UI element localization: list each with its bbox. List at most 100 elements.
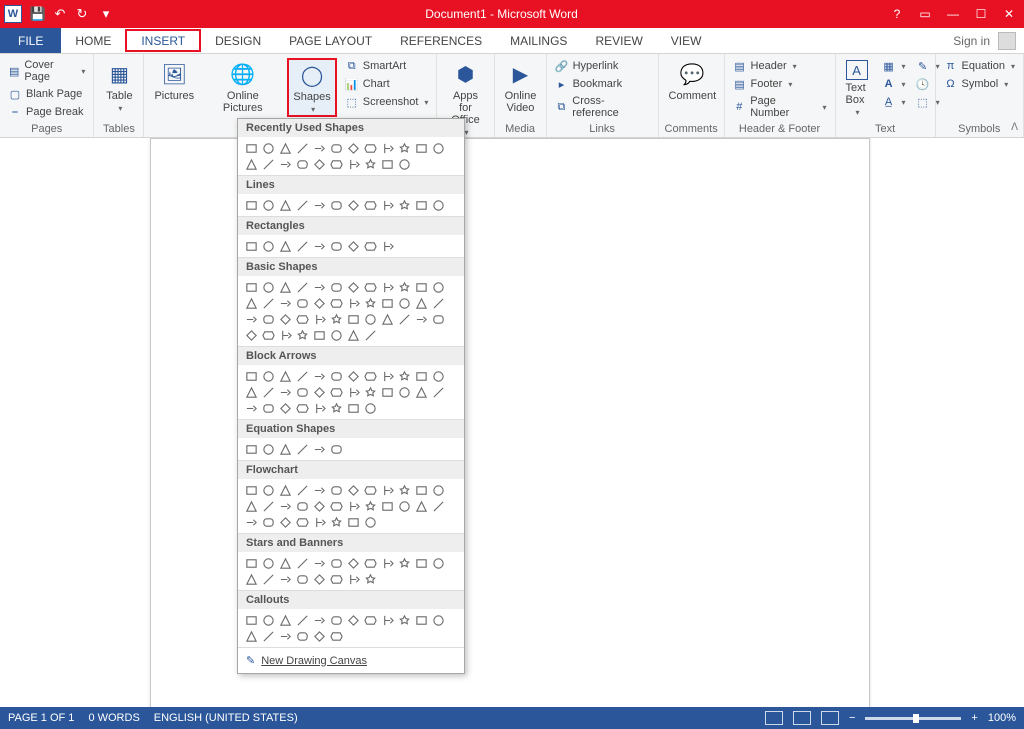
shape-option[interactable]	[345, 482, 362, 498]
shape-option[interactable]	[311, 555, 328, 571]
shape-option[interactable]	[362, 498, 379, 514]
shape-option[interactable]	[362, 400, 379, 416]
shape-option[interactable]	[243, 140, 260, 156]
shape-option[interactable]	[243, 295, 260, 311]
shape-option[interactable]	[345, 555, 362, 571]
shape-option[interactable]	[328, 197, 345, 213]
shape-option[interactable]	[362, 327, 379, 343]
screenshot-button[interactable]: ⬚Screenshot▾	[343, 94, 431, 110]
shape-option[interactable]	[311, 327, 328, 343]
sign-in-area[interactable]: Sign in	[953, 28, 1024, 53]
shape-option[interactable]	[311, 156, 328, 172]
shape-option[interactable]	[277, 571, 294, 587]
shape-option[interactable]	[328, 498, 345, 514]
shape-option[interactable]	[294, 498, 311, 514]
shape-option[interactable]	[277, 441, 294, 457]
shape-option[interactable]	[294, 238, 311, 254]
read-mode-icon[interactable]	[765, 711, 783, 725]
shape-option[interactable]	[379, 140, 396, 156]
online-video-button[interactable]: ▶ Online Video	[501, 58, 541, 116]
shape-option[interactable]	[345, 238, 362, 254]
shape-option[interactable]	[362, 612, 379, 628]
chart-button[interactable]: 📊Chart	[343, 76, 431, 92]
shape-option[interactable]	[260, 498, 277, 514]
shape-option[interactable]	[260, 156, 277, 172]
shape-option[interactable]	[379, 311, 396, 327]
shape-option[interactable]	[430, 279, 447, 295]
table-button[interactable]: ▦ Table▾	[100, 58, 138, 115]
shape-option[interactable]	[362, 368, 379, 384]
shape-option[interactable]	[260, 384, 277, 400]
tab-page-layout[interactable]: PAGE LAYOUT	[275, 28, 386, 53]
shape-option[interactable]	[260, 327, 277, 343]
shape-option[interactable]	[345, 279, 362, 295]
shape-option[interactable]	[311, 514, 328, 530]
shape-option[interactable]	[345, 311, 362, 327]
shape-option[interactable]	[243, 441, 260, 457]
shape-option[interactable]	[362, 140, 379, 156]
quick-parts-button[interactable]: ▦▾	[880, 58, 908, 74]
shape-option[interactable]	[294, 197, 311, 213]
zoom-level[interactable]: 100%	[988, 712, 1016, 724]
shape-option[interactable]	[243, 628, 260, 644]
shape-option[interactable]	[328, 295, 345, 311]
shape-option[interactable]	[430, 498, 447, 514]
shape-option[interactable]	[260, 279, 277, 295]
minimize-icon[interactable]: —	[944, 7, 962, 21]
shape-option[interactable]	[243, 400, 260, 416]
shape-option[interactable]	[243, 555, 260, 571]
symbol-button[interactable]: ΩSymbol▾	[942, 76, 1017, 92]
shape-option[interactable]	[277, 311, 294, 327]
shape-option[interactable]	[260, 571, 277, 587]
shape-option[interactable]	[430, 612, 447, 628]
blank-page-button[interactable]: ▢Blank Page	[6, 86, 87, 102]
shape-option[interactable]	[260, 295, 277, 311]
close-icon[interactable]: ✕	[1000, 7, 1018, 21]
shape-option[interactable]	[345, 295, 362, 311]
shape-option[interactable]	[328, 140, 345, 156]
shape-option[interactable]	[277, 400, 294, 416]
shape-option[interactable]	[362, 156, 379, 172]
shape-option[interactable]	[243, 571, 260, 587]
shape-option[interactable]	[396, 368, 413, 384]
shape-option[interactable]	[345, 498, 362, 514]
shape-option[interactable]	[379, 368, 396, 384]
status-words[interactable]: 0 WORDS	[88, 712, 139, 724]
shape-option[interactable]	[328, 156, 345, 172]
shape-option[interactable]	[362, 197, 379, 213]
shape-option[interactable]	[294, 571, 311, 587]
shape-option[interactable]	[260, 140, 277, 156]
shape-option[interactable]	[311, 628, 328, 644]
footer-button[interactable]: ▤Footer▾	[731, 76, 829, 92]
shape-option[interactable]	[311, 384, 328, 400]
shape-option[interactable]	[379, 482, 396, 498]
shape-option[interactable]	[345, 400, 362, 416]
shape-option[interactable]	[277, 197, 294, 213]
shape-option[interactable]	[311, 612, 328, 628]
shape-option[interactable]	[345, 384, 362, 400]
shape-option[interactable]	[328, 555, 345, 571]
shape-option[interactable]	[328, 368, 345, 384]
redo-icon[interactable]: ↻	[73, 5, 91, 23]
shape-option[interactable]	[362, 555, 379, 571]
shape-option[interactable]	[396, 140, 413, 156]
shape-option[interactable]	[328, 482, 345, 498]
shape-option[interactable]	[396, 156, 413, 172]
shape-option[interactable]	[243, 238, 260, 254]
shape-option[interactable]	[413, 368, 430, 384]
online-pictures-button[interactable]: 🌐Online Pictures	[204, 58, 281, 116]
shape-option[interactable]	[430, 295, 447, 311]
shape-option[interactable]	[396, 279, 413, 295]
shape-option[interactable]	[396, 555, 413, 571]
shape-option[interactable]	[294, 400, 311, 416]
shape-option[interactable]	[277, 628, 294, 644]
shape-option[interactable]	[311, 197, 328, 213]
shape-option[interactable]	[243, 384, 260, 400]
shape-option[interactable]	[311, 498, 328, 514]
shape-option[interactable]	[294, 612, 311, 628]
shape-option[interactable]	[413, 279, 430, 295]
shape-option[interactable]	[430, 140, 447, 156]
tab-insert[interactable]: INSERT	[125, 29, 201, 52]
shape-option[interactable]	[260, 441, 277, 457]
shape-option[interactable]	[345, 514, 362, 530]
